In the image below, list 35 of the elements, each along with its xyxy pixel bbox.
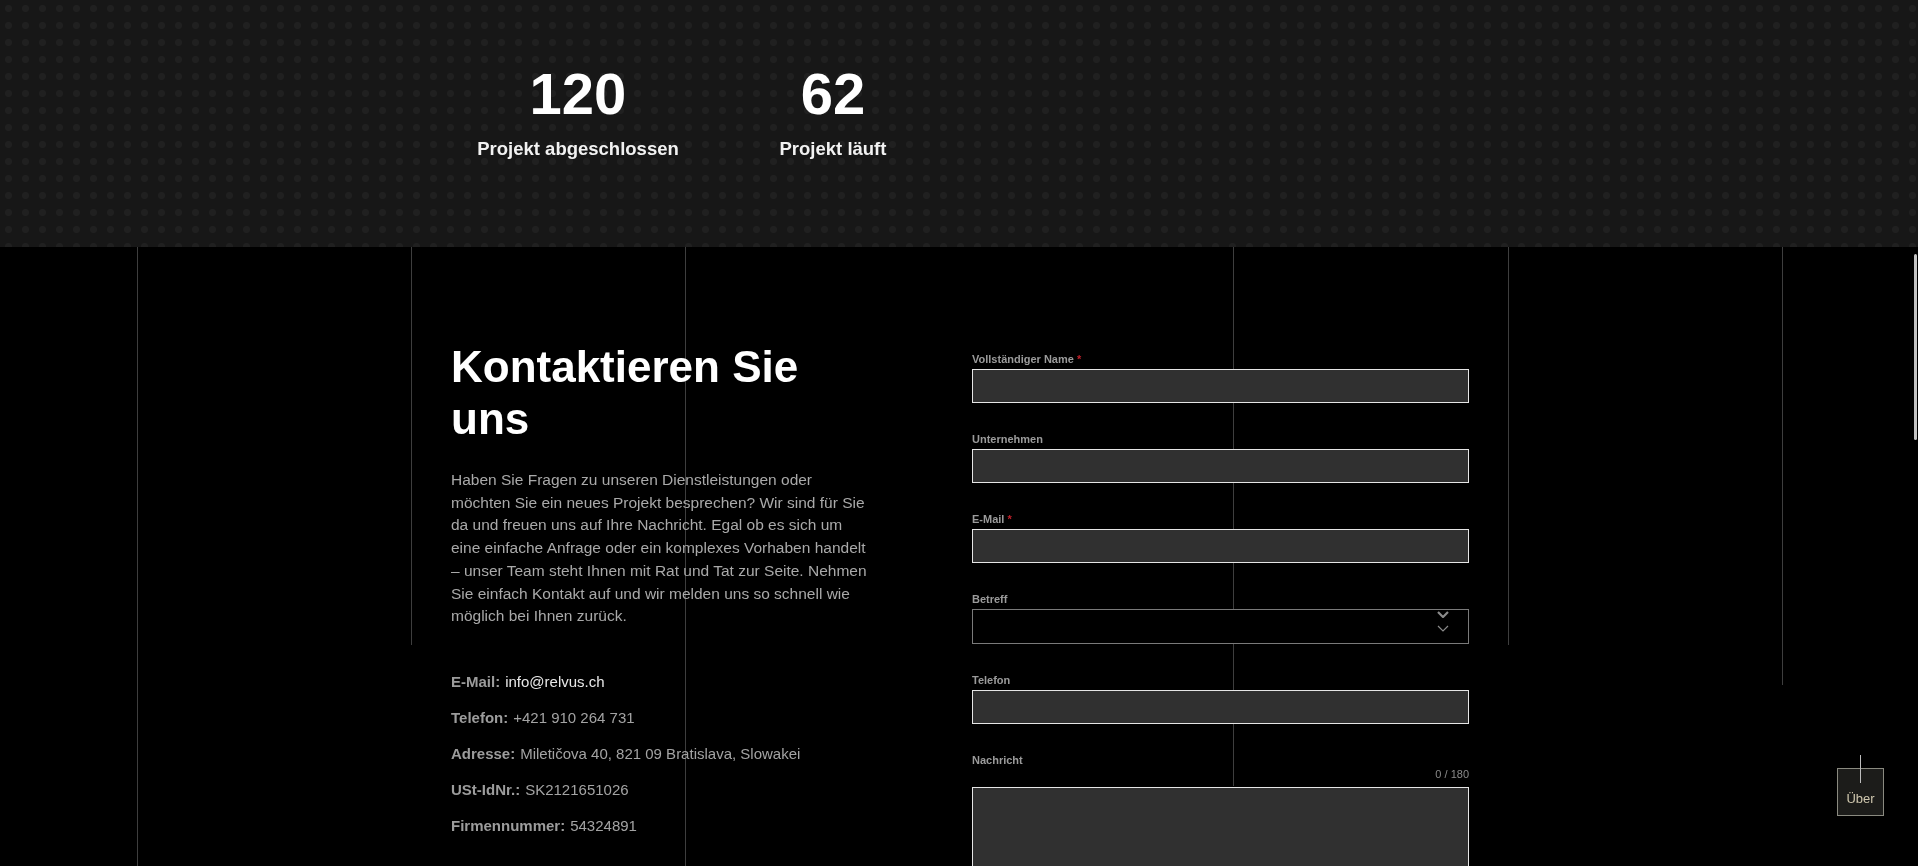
field-label: Vollständiger Name	[972, 352, 1074, 366]
field-label: E-Mail	[972, 512, 1005, 526]
field-label: Betreff	[972, 592, 1008, 606]
required-asterisk: *	[1076, 352, 1082, 366]
field-label: Telefon	[972, 673, 1011, 687]
detail-label: Adresse:	[451, 743, 516, 764]
email-link[interactable]: info@relvus.ch	[505, 671, 605, 692]
detail-value: 54324891	[570, 815, 637, 836]
detail-label: Firmennummer:	[451, 815, 566, 836]
stat-number: 120	[529, 62, 627, 126]
detail-label: E-Mail:	[451, 671, 501, 692]
required-asterisk: *	[1007, 512, 1012, 526]
stat-number: 62	[800, 62, 866, 126]
stat-label: Projekt abgeschlossen	[477, 138, 679, 160]
intro-paragraph: Haben Sie Fragen zu unseren Dienstleistungen oder möchten Sie ein neues Projekt besprechen? Wir sind für Sie da und freuen uns auf Ihre Nachricht. Egal ob es sich um eine einfache Anfrage oder ein komplexes Vorhaben handelt – unser Team steht Ihnen mit Rat und Tat zur Seite. Nehmen Sie einfach Kontakt auf und wir melden uns so schnell wie möglich bei Ihnen zurück.	[451, 470, 868, 627]
detail-value: SK2121651026	[525, 779, 629, 800]
about-button[interactable]: Über	[1837, 768, 1884, 816]
input-field[interactable]	[972, 369, 1469, 403]
marker-line	[1860, 755, 1861, 783]
input-field[interactable]	[972, 449, 1469, 483]
character-counter: 0 / 180	[1435, 767, 1469, 781]
input-field[interactable]	[972, 690, 1469, 724]
detail-value: Miletičova 40, 821 09 Bratislava, Slowakei	[520, 743, 801, 764]
detail-value: +421 910 264 731	[513, 707, 635, 728]
select-field[interactable]	[972, 609, 1469, 644]
section-heading: Kontaktieren Sie uns	[451, 341, 800, 445]
field-label: Unternehmen	[972, 432, 1043, 446]
detail-label: USt-IdNr.:	[451, 779, 521, 800]
scrollbar-thumb[interactable]	[1914, 254, 1917, 440]
stat-label: Projekt läuft	[779, 138, 887, 160]
chevron-down-icon	[1437, 611, 1449, 618]
detail-label: Telefon:	[451, 707, 509, 728]
chevron-down-icon	[1437, 625, 1449, 632]
field-label: Nachricht	[972, 753, 1023, 767]
input-field[interactable]	[972, 529, 1469, 563]
